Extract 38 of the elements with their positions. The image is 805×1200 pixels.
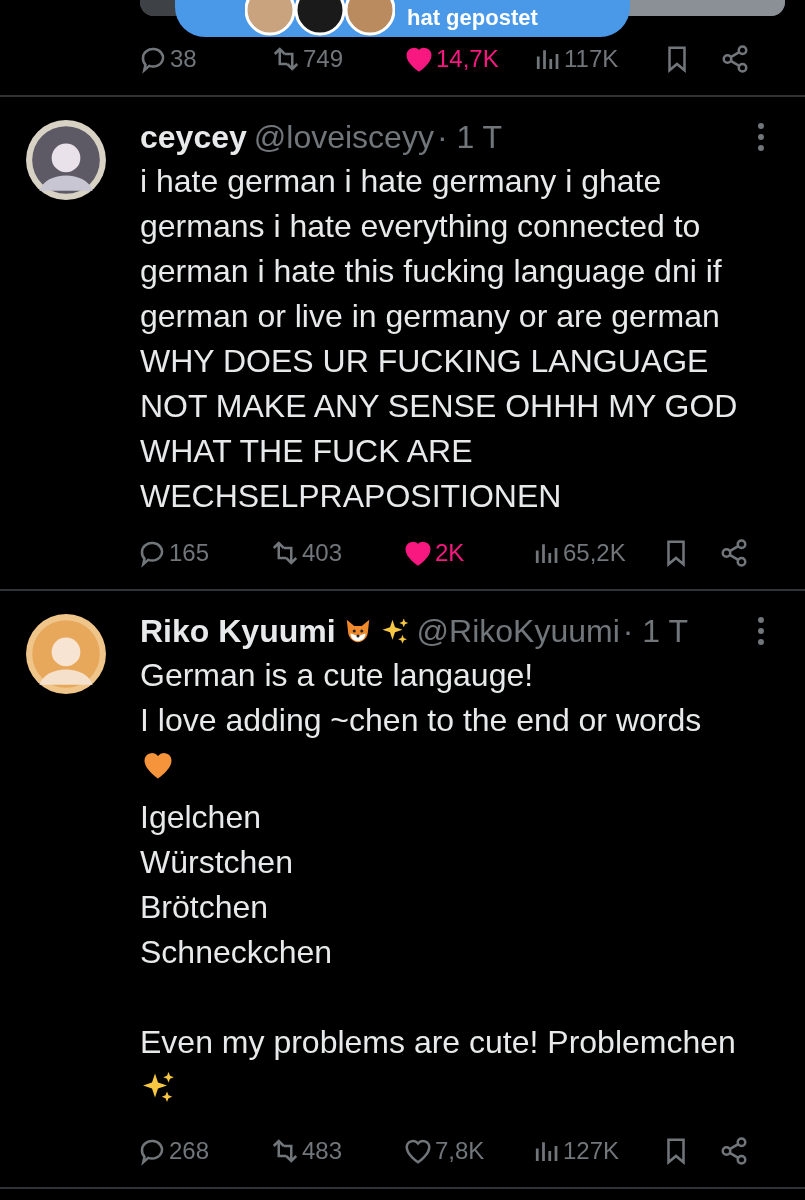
post-text: Brötchen (140, 888, 270, 927)
share-icon[interactable] (719, 538, 749, 568)
user-handle[interactable]: @loveisceyy (253, 118, 434, 156)
more-icon[interactable] (757, 616, 765, 646)
repost-button[interactable]: 403 (270, 538, 403, 568)
repost-icon (271, 44, 301, 74)
post-text: German is a cute langauge! (140, 656, 535, 695)
share-icon[interactable] (720, 44, 750, 74)
reply-button[interactable]: 38 (138, 44, 271, 74)
new-posts-pill[interactable]: hat gepostet (175, 0, 630, 37)
post-text: Even my problems are cute! Problemchen (140, 1023, 737, 1062)
more-icon[interactable] (757, 122, 765, 152)
post-text: i hate german i hate germany i ghate germans i hate everything connected to german i hate this fucking language dni if german or live in germany or are german WHY DOES UR FUCKING LANGUAGE NOT MAKE ANY SENSE OHHH MY GOD WHAT THE FUCK ARE WECHSELPRAPOSITIONEN (140, 162, 739, 516)
like-button[interactable]: 2K (403, 538, 531, 568)
post-text: Schneckchen (140, 933, 334, 972)
post-text: Würstchen (140, 843, 294, 882)
repost-icon (270, 1136, 300, 1166)
user-handle[interactable]: @RikoKyuumi (416, 612, 620, 650)
share-icon[interactable] (719, 1136, 749, 1166)
display-name[interactable]: ceycey (140, 118, 247, 156)
display-name[interactable]: Riko Kyuumi (140, 612, 336, 650)
like-button[interactable]: 7,8K (403, 1136, 531, 1166)
like-button[interactable]: 14,7K (404, 44, 532, 74)
views-button[interactable]: 65,2K (531, 538, 661, 568)
reply-button[interactable]: 268 (137, 1136, 270, 1166)
post-time: · 1 T (622, 612, 688, 650)
repost-icon (270, 538, 300, 568)
post-text: I love adding ~chen to the end or words (140, 701, 703, 740)
avatar-icon[interactable] (25, 613, 107, 695)
post-time: · 1 T (436, 118, 503, 156)
views-button[interactable]: 127K (531, 1136, 661, 1166)
views-button[interactable]: 117K (532, 44, 662, 74)
avatar-icon[interactable] (25, 119, 107, 201)
repost-button[interactable]: 749 (271, 44, 404, 74)
repost-button[interactable]: 483 (270, 1136, 403, 1166)
reply-button[interactable]: 165 (137, 538, 270, 568)
post-text: Igelchen (140, 798, 262, 837)
avatar-stack-icon (245, 0, 395, 37)
